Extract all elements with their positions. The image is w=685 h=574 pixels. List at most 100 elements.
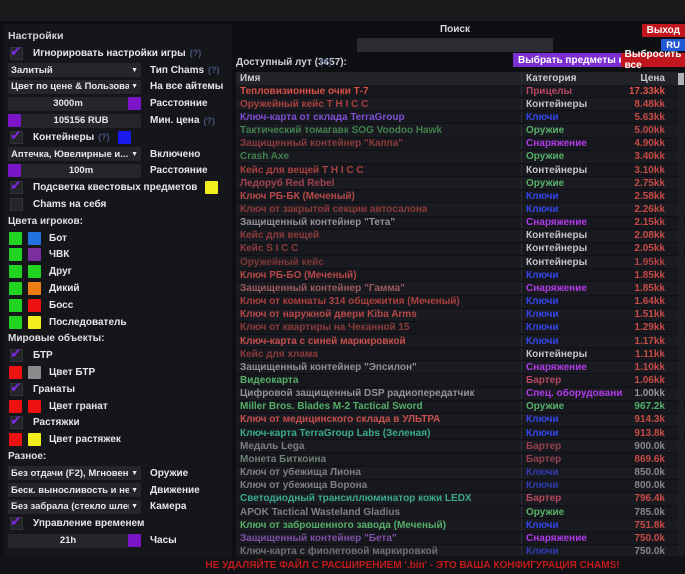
color-chip-quest-items-highlight[interactable] [205, 181, 218, 194]
loot-row[interactable]: Ключ от наружной двери Kiba ArmsКлючи1.5… [236, 309, 685, 322]
input-min-price[interactable]: 105156 RUB [21, 114, 141, 128]
loot-row[interactable]: Ключ-карта с синей маркировкойКлючи1.17k… [236, 335, 685, 348]
color-chip-containers[interactable] [118, 131, 131, 144]
loot-row[interactable]: Кейс S I C CКонтейнеры2.05kk [236, 243, 685, 256]
column-header-name[interactable]: Имя [236, 73, 521, 84]
loot-row[interactable]: Медаль LegaБартер900.0k [236, 440, 685, 453]
color-chip-primary-color-follower[interactable] [9, 316, 22, 329]
color-chip-secondary-color-friend[interactable] [28, 265, 41, 278]
loot-row[interactable]: Ключ-карта от склада TerraGroupКлючи5.63… [236, 111, 685, 124]
loot-row[interactable]: Кейс для хламаКонтейнеры1.11kk [236, 348, 685, 361]
loot-help-icon[interactable]: (?) [320, 57, 332, 67]
color-chip-secondary-color-boss[interactable] [28, 299, 41, 312]
loot-row[interactable]: Crash AxeОружие3.40kk [236, 151, 685, 164]
loot-row[interactable]: Оружейный кейс T H I C CКонтейнеры8.48kk [236, 98, 685, 111]
loot-row[interactable]: Тактический томагавк SOG Voodoo HawkОруж… [236, 124, 685, 137]
loot-row[interactable]: Ледоруб Red RebelОружие2.75kk [236, 177, 685, 190]
color-chip-primary-color-scav[interactable] [9, 282, 22, 295]
select-color-mode[interactable]: Цвет по цене & Пользователь▼ [8, 80, 141, 94]
color-chip-primary-grenade-color[interactable] [9, 400, 22, 413]
loot-row[interactable]: Цифровой защищенный DSP радиопередатчикС… [236, 388, 685, 401]
discard-all-button[interactable]: Выбросить все [621, 53, 685, 67]
help-icon[interactable]: (?) [98, 132, 110, 142]
search-input[interactable] [357, 38, 553, 52]
color-chip-primary-color-boss[interactable] [9, 299, 22, 312]
loot-row[interactable]: Защищенный контейнер "Каппа"Снаряжение4.… [236, 138, 685, 151]
loot-scrollbar-thumb[interactable] [678, 73, 684, 85]
color-chip-secondary-grenade-color[interactable] [28, 400, 41, 413]
color-chip-secondary-btr-color[interactable] [28, 366, 41, 379]
loot-row[interactable]: Защищенный контейнер "Бета"Снаряжение750… [236, 532, 685, 545]
loot-row[interactable]: Оружейный кейсКонтейнеры1.95kk [236, 256, 685, 269]
row-time-control: ✔Управление временем [8, 515, 232, 532]
loot-row[interactable]: Ключ РБ-БК (Меченый)Ключи2.58kk [236, 190, 685, 203]
color-chip-primary-tripwire-color[interactable] [9, 433, 22, 446]
input-hours[interactable]: 21h [8, 534, 128, 548]
exit-button[interactable]: Выход [642, 24, 685, 37]
select-label-camera-mode: Камера [150, 501, 186, 512]
help-icon[interactable]: (?) [203, 116, 215, 126]
loot-row[interactable]: Ключ от убежища ВоронаКлючи800.0k [236, 480, 685, 493]
loot-row[interactable]: Защищенный контейнер "Гамма"Снаряжение1.… [236, 282, 685, 295]
color-chip-hours[interactable] [128, 534, 141, 547]
row-min-price: 105156 RUBМин. цена(?) [8, 112, 232, 129]
column-header-price[interactable]: Цена [623, 73, 685, 84]
row-grenade-color: Цвет гранат [8, 398, 232, 415]
loot-item-category: Ключи [521, 270, 623, 281]
loot-row[interactable]: Ключ от медицинского склада в УЛЬТРАКлюч… [236, 414, 685, 427]
checkbox-quest-items-highlight[interactable]: ✔ [10, 181, 23, 194]
loot-row[interactable]: Защищенный контейнер "Эпсилон"Снаряжение… [236, 361, 685, 374]
checkbox-ignore-game-settings[interactable]: ✔ [10, 47, 23, 60]
checkbox-btr[interactable]: ✔ [10, 349, 23, 362]
checkbox-tripwires[interactable]: ✔ [10, 416, 23, 429]
color-chip-container-distance[interactable] [8, 164, 21, 177]
checkbox-grenades[interactable]: ✔ [10, 383, 23, 396]
checkbox-containers[interactable]: ✔ [10, 131, 23, 144]
column-header-category[interactable]: Категория [521, 73, 623, 84]
loot-row[interactable]: Ключ от квартиры на Чеканной 15Ключи1.29… [236, 322, 685, 335]
loot-row[interactable]: Монета БиткоинаБартер869.6k [236, 453, 685, 466]
loot-scrollbar[interactable] [678, 72, 684, 556]
select-label-color-mode: На все айтемы [150, 81, 223, 92]
loot-row[interactable]: Miller Bros. Blades M-2 Tactical SwordОр… [236, 401, 685, 414]
color-chip-secondary-color-follower[interactable] [28, 316, 41, 329]
loot-row[interactable]: Ключ-карта TerraGroup Labs (Зеленая)Ключ… [236, 427, 685, 440]
loot-row[interactable]: Светодиодный трансиллюминатор кожи LEDXБ… [236, 493, 685, 506]
loot-row[interactable]: Тепловизионные очки Т-7Прицелы17.33kk [236, 85, 685, 98]
color-chip-secondary-tripwire-color[interactable] [28, 433, 41, 446]
checkbox-label-containers: Контейнеры [33, 132, 94, 143]
checkbox-chams-self[interactable] [10, 198, 23, 211]
loot-row[interactable]: Кейс для вещей T H I C CКонтейнеры3.10kk [236, 164, 685, 177]
row-btr-color: Цвет БТР [8, 364, 232, 381]
color-chip-distance[interactable] [128, 97, 141, 110]
color-chip-primary-btr-color[interactable] [9, 366, 22, 379]
loot-row[interactable]: Ключ от убежища ЛионаКлючи850.0k [236, 467, 685, 480]
select-movement-mode[interactable]: Беск. выносливость и нет уста▼ [8, 483, 141, 497]
color-chip-secondary-color-bot[interactable] [28, 232, 41, 245]
input-distance[interactable]: 3000m [8, 97, 128, 111]
help-icon[interactable]: (?) [190, 48, 202, 58]
loot-row[interactable]: Ключ от закрытой секции автосалонаКлючи2… [236, 203, 685, 216]
loot-row[interactable]: Кейс для вещейКонтейнеры2.08kk [236, 230, 685, 243]
input-container-distance[interactable]: 100m [21, 164, 141, 178]
select-chams-type[interactable]: Залитый▼ [8, 63, 141, 77]
color-chip-secondary-color-pmc[interactable] [28, 248, 41, 261]
loot-row[interactable]: Ключ РБ-БО (Меченый)Ключи1.85kk [236, 269, 685, 282]
select-camera-mode[interactable]: Без забрала (стекло шлема)▼ [8, 500, 141, 514]
loot-row[interactable]: ВидеокартаБартер1.06kk [236, 374, 685, 387]
select-weapon-mode[interactable]: Без отдачи (F2), Мгновенное п▼ [8, 466, 141, 480]
color-chip-primary-color-bot[interactable] [9, 232, 22, 245]
color-chip-min-price[interactable] [8, 114, 21, 127]
color-chip-primary-color-friend[interactable] [9, 265, 22, 278]
loot-row[interactable]: Ключ-карта с фиолетовой маркировкойКлючи… [236, 545, 685, 556]
color-chip-secondary-color-scav[interactable] [28, 282, 41, 295]
select-container-filter[interactable]: Аптечка, Ювелирные и...▼ [8, 147, 141, 161]
help-icon[interactable]: (?) [208, 65, 220, 75]
loot-row[interactable]: Защищенный контейнер "Тета"Снаряжение2.1… [236, 217, 685, 230]
loot-row[interactable]: Ключ от заброшенного завода (Меченый)Клю… [236, 519, 685, 532]
loot-row[interactable]: APOK Tactical Wasteland GladiusОружие785… [236, 506, 685, 519]
checkbox-time-control[interactable]: ✔ [10, 517, 23, 530]
loot-row[interactable]: Ключ от комнаты 314 общежития (Меченый)К… [236, 296, 685, 309]
row-player-colors: Цвета игроков: [8, 213, 232, 230]
color-chip-primary-color-pmc[interactable] [9, 248, 22, 261]
